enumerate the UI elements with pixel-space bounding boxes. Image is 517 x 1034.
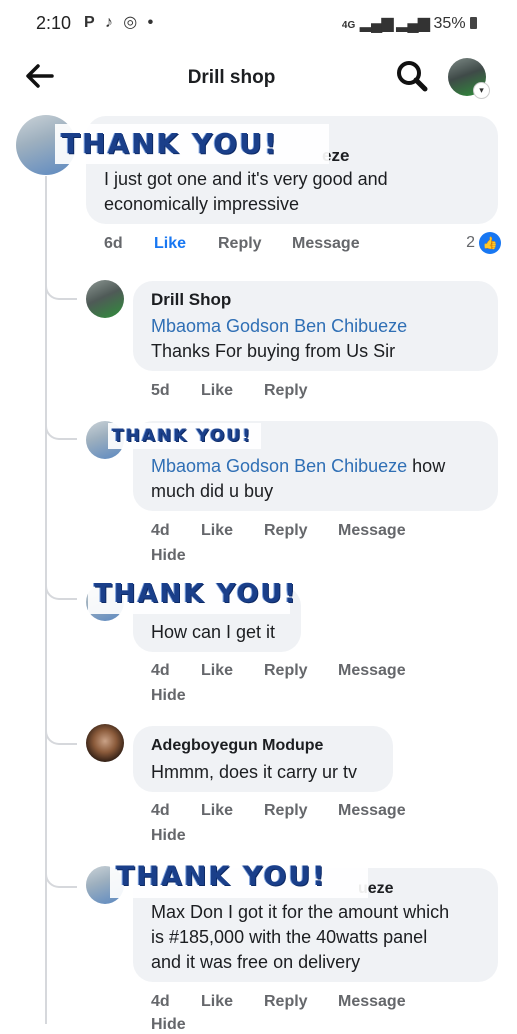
thank-you-overlay: THANK YOU!: [108, 423, 261, 449]
notification-icons: P ♪ ◎ •: [84, 14, 157, 31]
status-bar: 2:10 P ♪ ◎ • 4G ▂▄▆ ▂▄▆ 35%: [0, 0, 517, 48]
message-button[interactable]: Message: [338, 662, 406, 680]
hide-button[interactable]: Hide: [151, 827, 186, 845]
thumbs-up-icon: 👍: [479, 232, 501, 254]
thank-you-overlay: THANK YOU!: [55, 124, 329, 164]
message-button[interactable]: Message: [338, 522, 406, 540]
comment-text: Max Don I got it for the amount which is…: [151, 902, 450, 972]
comment-time: 4d: [151, 522, 170, 539]
reply-button[interactable]: Reply: [264, 662, 308, 680]
battery-icon: [470, 17, 477, 29]
hide-button[interactable]: Hide: [151, 547, 186, 565]
reply-button[interactable]: Reply: [264, 522, 308, 540]
mention-link[interactable]: Mbaoma Godson Ben Chibueze: [151, 456, 407, 476]
thread-line: [45, 176, 47, 1024]
status-right: 4G ▂▄▆ ▂▄▆ 35%: [342, 13, 477, 33]
like-button[interactable]: Like: [201, 522, 233, 540]
message-button[interactable]: Message: [292, 235, 360, 253]
comment-time: 4d: [151, 802, 170, 819]
comment-author[interactable]: Drill Shop: [151, 290, 231, 310]
mention-link[interactable]: Mbaoma Godson Ben Chibueze: [151, 314, 407, 339]
like-button[interactable]: Like: [201, 993, 233, 1011]
reply-button[interactable]: Reply: [264, 382, 308, 400]
comment-time: 4d: [151, 993, 170, 1010]
status-time: 2:10: [36, 13, 72, 33]
comment-text: Thanks For buying from Us Sir: [151, 341, 396, 361]
hide-button[interactable]: Hide: [151, 687, 186, 705]
thank-you-overlay: THANK YOU!: [88, 574, 296, 614]
reply-button[interactable]: Reply: [264, 802, 308, 820]
profile-avatar[interactable]: ▾: [448, 58, 490, 99]
comment-text: I just got one and it's very good and ec…: [104, 169, 388, 214]
comment-time: 6d: [104, 235, 123, 252]
comment-time: 4d: [151, 662, 170, 679]
battery-label: 35%: [433, 15, 466, 32]
thread-branch: [45, 715, 77, 745]
avatar[interactable]: [86, 724, 124, 762]
signal-icon: ▂▄▆ ▂▄▆: [359, 15, 430, 32]
avatar[interactable]: [86, 280, 124, 318]
thread-branch: [45, 570, 77, 600]
comment-time: 5d: [151, 382, 170, 399]
like-button[interactable]: Like: [201, 662, 233, 680]
network-label: 4G: [341, 20, 356, 31]
thread-branch: [45, 858, 77, 888]
like-button[interactable]: Like: [201, 802, 233, 820]
thank-you-overlay: THANK YOU!: [110, 856, 368, 898]
reply-button[interactable]: Reply: [218, 235, 262, 253]
comment-text: Hmmm, does it carry ur tv: [151, 762, 358, 782]
comment-author[interactable]: Adegboyegun Modupe: [151, 737, 323, 755]
reply-button[interactable]: Reply: [264, 993, 308, 1011]
like-button[interactable]: Like: [154, 235, 186, 253]
message-button[interactable]: Message: [338, 802, 406, 820]
thread-branch: [45, 410, 77, 440]
comment-text: Mbaoma Godson Ben Chibueze how much did …: [151, 456, 446, 501]
search-icon[interactable]: [394, 58, 430, 94]
thread-branch: [45, 270, 77, 300]
message-button[interactable]: Message: [338, 993, 406, 1011]
hide-button[interactable]: Hide: [151, 1016, 186, 1034]
like-button[interactable]: Like: [201, 382, 233, 400]
comment-text: How can I get it: [151, 622, 276, 642]
reaction-count[interactable]: 2 👍: [466, 232, 501, 254]
chevron-down-icon: ▾: [473, 82, 490, 99]
